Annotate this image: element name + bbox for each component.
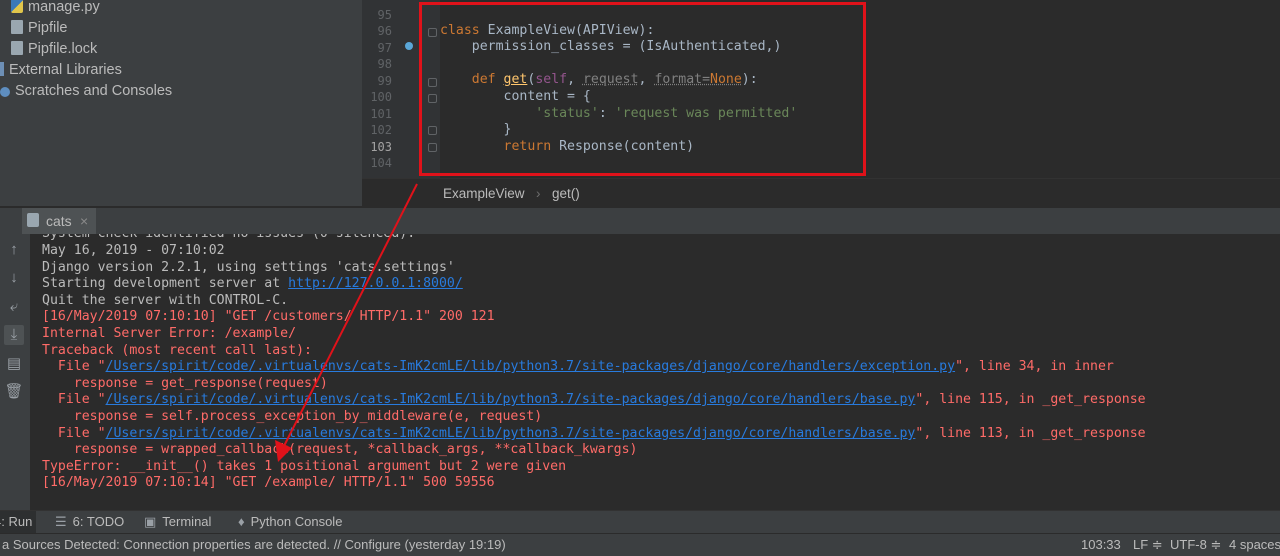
line-number-current: 103 (370, 140, 392, 154)
file-encoding[interactable]: UTF-8 ≑ (1170, 534, 1221, 556)
console-line: Traceback (most recent call last): (42, 343, 312, 358)
tree-item-scratches[interactable]: Scratches and Consoles (0, 81, 172, 102)
line-number: 101 (370, 107, 392, 121)
traceback-file-link[interactable]: /Users/spirit/code/.virtualenvs/cats-ImK… (106, 426, 916, 441)
line-separator[interactable]: LF ≑ (1133, 534, 1163, 556)
tab-todo[interactable]: ☰ 6: TODO (55, 511, 124, 534)
run-console[interactable]: System check identified no issues (0 sil… (30, 234, 1280, 510)
console-line: May 16, 2019 - 07:10:02 (42, 243, 225, 258)
console-line: File "/Users/spirit/code/.virtualenvs/ca… (42, 359, 1114, 374)
breadcrumb-separator: › (536, 186, 541, 201)
python-file-icon (11, 0, 23, 13)
arrow-down-icon[interactable]: ↓ (4, 268, 24, 288)
console-line: File "/Users/spirit/code/.virtualenvs/ca… (42, 426, 1146, 441)
print-icon[interactable]: ▤ (4, 354, 24, 374)
console-line: response = wrapped_callback(request, *ca… (42, 442, 638, 457)
breadcrumb: ExampleView › get() (362, 178, 1280, 209)
file-icon (11, 41, 23, 55)
status-message[interactable]: a Sources Detected: Connection propertie… (2, 534, 506, 556)
tab-python-console[interactable]: ♦ Python Console (238, 511, 342, 534)
trash-icon[interactable]: 🗑 (4, 382, 24, 402)
console-line: response = get_response(request) (42, 376, 328, 391)
close-tab-icon[interactable]: × (80, 208, 88, 234)
override-marker-icon[interactable] (405, 42, 413, 50)
django-icon (27, 213, 39, 227)
tree-item-external-libraries[interactable]: External Libraries (0, 60, 122, 81)
project-tree-panel: manage.py Pipfile Pipfile.lock External … (0, 0, 362, 206)
tree-item-pipfile-lock[interactable]: Pipfile.lock (11, 39, 97, 60)
breadcrumb-class[interactable]: ExampleView (443, 179, 525, 209)
file-icon (11, 20, 23, 34)
line-number: 95 (377, 8, 392, 22)
line-number: 98 (377, 57, 392, 71)
line-number: 97 (377, 41, 392, 55)
console-line: TypeError: __init__() takes 1 positional… (42, 459, 567, 474)
breadcrumb-method[interactable]: get() (552, 179, 580, 209)
tree-item-manage-py[interactable]: manage.py (11, 0, 100, 18)
scratches-icon (0, 87, 10, 97)
line-number: 104 (370, 156, 392, 170)
console-line: response = self.process_exception_by_mid… (42, 409, 543, 424)
server-url-link[interactable]: http://127.0.0.1:8000/ (288, 276, 463, 291)
caret-position[interactable]: 103:33 (1081, 534, 1121, 556)
arrow-up-icon[interactable]: ↑ (4, 240, 24, 260)
console-line: Quit the server with CONTROL-C. (42, 293, 289, 308)
console-line: [16/May/2019 07:10:14] "GET /example/ HT… (42, 475, 495, 490)
status-bar: a Sources Detected: Connection propertie… (0, 533, 1280, 556)
run-tool-header: cats × (0, 208, 1280, 235)
tool-window-bar: 4: Run ☰6: TODO ▣Terminal ♦Python Consol… (0, 510, 1280, 534)
tab-run[interactable]: 4: Run (0, 511, 36, 534)
traceback-file-link[interactable]: /Users/spirit/code/.virtualenvs/cats-ImK… (106, 359, 956, 374)
console-line: Starting development server at http://12… (42, 276, 463, 291)
tab-terminal[interactable]: ▣ Terminal (144, 511, 211, 534)
tree-item-pipfile[interactable]: Pipfile (11, 18, 68, 39)
line-number: 99 (377, 74, 392, 88)
console-line: [16/May/2019 07:10:10] "GET /customers/ … (42, 309, 495, 324)
line-number: 100 (370, 90, 392, 104)
highlight-annotation-box (419, 2, 866, 176)
console-line: File "/Users/spirit/code/.virtualenvs/ca… (42, 392, 1146, 407)
indent-setting[interactable]: 4 spaces (1229, 534, 1280, 556)
terminal-icon: ▣ (144, 514, 157, 529)
line-number: 102 (370, 123, 392, 137)
todo-icon: ☰ (55, 514, 67, 529)
run-toolbar: ↑ ↓ ⤶ ⤓ ▤ 🗑 (0, 234, 30, 510)
tab-run-cats[interactable]: cats × (22, 208, 96, 234)
library-icon (0, 62, 4, 76)
console-line: Internal Server Error: /example/ (42, 326, 297, 341)
soft-wrap-icon[interactable]: ⤶ (4, 297, 24, 317)
console-line: Django version 2.2.1, using settings 'ca… (42, 260, 455, 275)
console-line: System check identified no issues (0 sil… (42, 234, 415, 243)
scroll-to-end-icon[interactable]: ⤓ (4, 325, 24, 345)
line-number: 96 (377, 24, 392, 38)
traceback-file-link[interactable]: /Users/spirit/code/.virtualenvs/cats-ImK… (106, 392, 916, 407)
python-console-icon: ♦ (238, 514, 245, 529)
